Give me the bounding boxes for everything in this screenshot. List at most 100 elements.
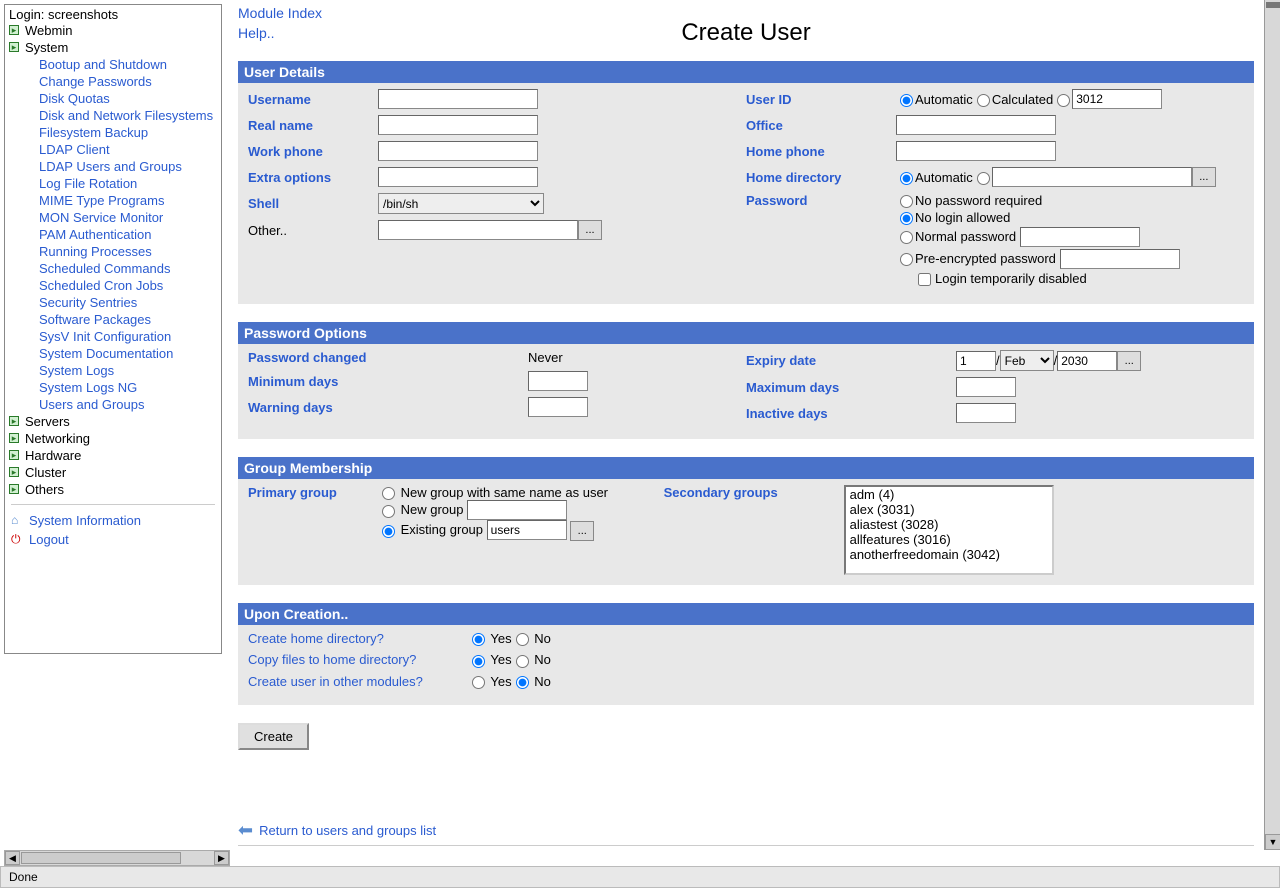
other-shell-input[interactable] — [378, 220, 578, 240]
existing-group-browse-button[interactable]: ... — [570, 521, 594, 541]
horizontal-scrollbar[interactable]: ◀ ▶ — [4, 850, 230, 866]
sidebar-cat-system[interactable]: ▸System — [7, 39, 219, 56]
sidebar-item-pam-authentication[interactable]: PAM Authentication — [7, 226, 219, 243]
sidebar-item-log-file-rotation[interactable]: Log File Rotation — [7, 175, 219, 192]
secondary-group-option[interactable]: allfeatures (3016) — [846, 532, 1052, 547]
existing-group-input[interactable] — [487, 520, 567, 540]
sidebar-cat-networking[interactable]: ▸Networking — [7, 430, 219, 447]
username-input[interactable] — [378, 89, 538, 109]
sidebar-item-mime-type-programs[interactable]: MIME Type Programs — [7, 192, 219, 209]
status-bar: Done — [0, 866, 1280, 888]
pwd-preenc-input[interactable] — [1060, 249, 1180, 269]
pwd-preenc-radio[interactable]: Pre-encrypted password — [896, 249, 1180, 269]
realname-input[interactable] — [378, 115, 538, 135]
return-link[interactable]: ⬅ Return to users and groups list — [238, 820, 1254, 846]
sidebar-cat-webmin[interactable]: ▸Webmin — [7, 22, 219, 39]
primary-newsame-radio[interactable]: New group with same name as user — [378, 485, 664, 500]
homedir-input[interactable] — [992, 167, 1192, 187]
sidebar-item-ldap-users-and-groups[interactable]: LDAP Users and Groups — [7, 158, 219, 175]
other-browse-button[interactable]: ... — [578, 220, 602, 240]
label-primary-group: Primary group — [248, 485, 378, 575]
primary-existing-radio[interactable]: Existing group ... — [378, 520, 664, 541]
createhome-no-radio[interactable]: No — [512, 631, 551, 646]
warndays-input[interactable] — [528, 397, 588, 417]
sidebar-item-running-processes[interactable]: Running Processes — [7, 243, 219, 260]
secondary-group-option[interactable]: aliastest (3028) — [846, 517, 1052, 532]
label-warndays: Warning days — [248, 400, 528, 415]
label-mindays: Minimum days — [248, 374, 528, 389]
newgroup-input[interactable] — [467, 500, 567, 520]
mindays-input[interactable] — [528, 371, 588, 391]
sidebar-item-change-passwords[interactable]: Change Passwords — [7, 73, 219, 90]
secondary-group-option[interactable]: anotherfreedomain (3042) — [846, 547, 1052, 562]
chevron-right-icon[interactable]: ▶ — [214, 851, 229, 865]
sidebar-item-system-logs[interactable]: System Logs — [7, 362, 219, 379]
pwd-changed-value: Never — [528, 350, 563, 365]
sidebar-item-disk-and-network-filesystems[interactable]: Disk and Network Filesystems — [7, 107, 219, 124]
copyfiles-yes-radio[interactable]: Yes — [468, 652, 512, 667]
homephone-input[interactable] — [896, 141, 1056, 161]
sidebar-item-system-logs-ng[interactable]: System Logs NG — [7, 379, 219, 396]
power-icon: ⏻ — [11, 532, 21, 547]
sidebar-item-scheduled-cron-jobs[interactable]: Scheduled Cron Jobs — [7, 277, 219, 294]
expiry-month-select[interactable]: Feb — [1000, 350, 1054, 371]
secondary-group-option[interactable]: alex (3031) — [846, 502, 1052, 517]
label-othermodules: Create user in other modules? — [248, 674, 468, 689]
chevron-left-icon[interactable]: ◀ — [5, 851, 20, 865]
secondary-group-option[interactable]: adm (4) — [846, 487, 1052, 502]
sidebar-cat-cluster[interactable]: ▸Cluster — [7, 464, 219, 481]
label-userid: User ID — [746, 92, 896, 107]
expiry-day-input[interactable] — [956, 351, 996, 371]
homedir-automatic-radio[interactable]: Automatic — [896, 170, 973, 185]
sidebar-divider — [11, 504, 215, 505]
homedir-browse-button[interactable]: ... — [1192, 167, 1216, 187]
inactive-input[interactable] — [956, 403, 1016, 423]
extra-input[interactable] — [378, 167, 538, 187]
othermod-yes-radio[interactable]: Yes — [468, 674, 512, 689]
sidebar-item-disk-quotas[interactable]: Disk Quotas — [7, 90, 219, 107]
sidebar-item-users-and-groups[interactable]: Users and Groups — [7, 396, 219, 413]
pwd-normal-input[interactable] — [1020, 227, 1140, 247]
userid-custom-radio[interactable] — [1053, 92, 1072, 107]
othermod-no-radio[interactable]: No — [512, 674, 551, 689]
create-button[interactable]: Create — [238, 723, 309, 750]
primary-newgroup-radio[interactable]: New group — [378, 500, 664, 520]
sidebar-item-filesystem-backup[interactable]: Filesystem Backup — [7, 124, 219, 141]
label-shell: Shell — [248, 196, 378, 211]
workphone-input[interactable] — [378, 141, 538, 161]
sidebar-item-system-documentation[interactable]: System Documentation — [7, 345, 219, 362]
pwd-tempdis-checkbox[interactable]: Login temporarily disabled — [896, 271, 1180, 286]
expiry-browse-button[interactable]: ... — [1117, 351, 1141, 371]
sidebar-cat-servers[interactable]: ▸Servers — [7, 413, 219, 430]
shell-select[interactable]: /bin/sh — [378, 193, 544, 214]
sidebar-item-sysv-init-configuration[interactable]: SysV Init Configuration — [7, 328, 219, 345]
sidebar-item-mon-service-monitor[interactable]: MON Service Monitor — [7, 209, 219, 226]
pwd-normal-radio[interactable]: Normal password — [896, 227, 1180, 247]
sidebar-system-information[interactable]: ⌂System Information — [7, 511, 219, 530]
sidebar-item-software-packages[interactable]: Software Packages — [7, 311, 219, 328]
label-office: Office — [746, 118, 896, 133]
userid-automatic-radio[interactable]: Automatic — [896, 92, 973, 107]
sidebar-item-ldap-client[interactable]: LDAP Client — [7, 141, 219, 158]
sidebar-cat-others[interactable]: ▸Others — [7, 481, 219, 498]
pwd-nologin-radio[interactable]: No login allowed — [896, 210, 1180, 225]
pwd-none-radio[interactable]: No password required — [896, 193, 1180, 208]
vertical-scrollbar[interactable]: ▼ — [1264, 0, 1280, 850]
sidebar-logout[interactable]: ⏻Logout — [7, 530, 219, 549]
userid-input[interactable] — [1072, 89, 1162, 109]
createhome-yes-radio[interactable]: Yes — [468, 631, 512, 646]
label-homedir: Home directory — [746, 170, 896, 185]
secondary-groups-select[interactable]: adm (4)alex (3031)aliastest (3028)allfea… — [844, 485, 1054, 575]
sidebar-item-bootup-and-shutdown[interactable]: Bootup and Shutdown — [7, 56, 219, 73]
homedir-custom-radio[interactable] — [973, 170, 992, 185]
sidebar-cat-hardware[interactable]: ▸Hardware — [7, 447, 219, 464]
maxdays-input[interactable] — [956, 377, 1016, 397]
sidebar-item-scheduled-commands[interactable]: Scheduled Commands — [7, 260, 219, 277]
copyfiles-no-radio[interactable]: No — [512, 652, 551, 667]
expiry-year-input[interactable] — [1057, 351, 1117, 371]
label-createhome: Create home directory? — [248, 631, 468, 646]
chevron-down-icon[interactable]: ▼ — [1265, 834, 1280, 850]
sidebar-item-security-sentries[interactable]: Security Sentries — [7, 294, 219, 311]
office-input[interactable] — [896, 115, 1056, 135]
userid-calculated-radio[interactable]: Calculated — [973, 92, 1053, 107]
